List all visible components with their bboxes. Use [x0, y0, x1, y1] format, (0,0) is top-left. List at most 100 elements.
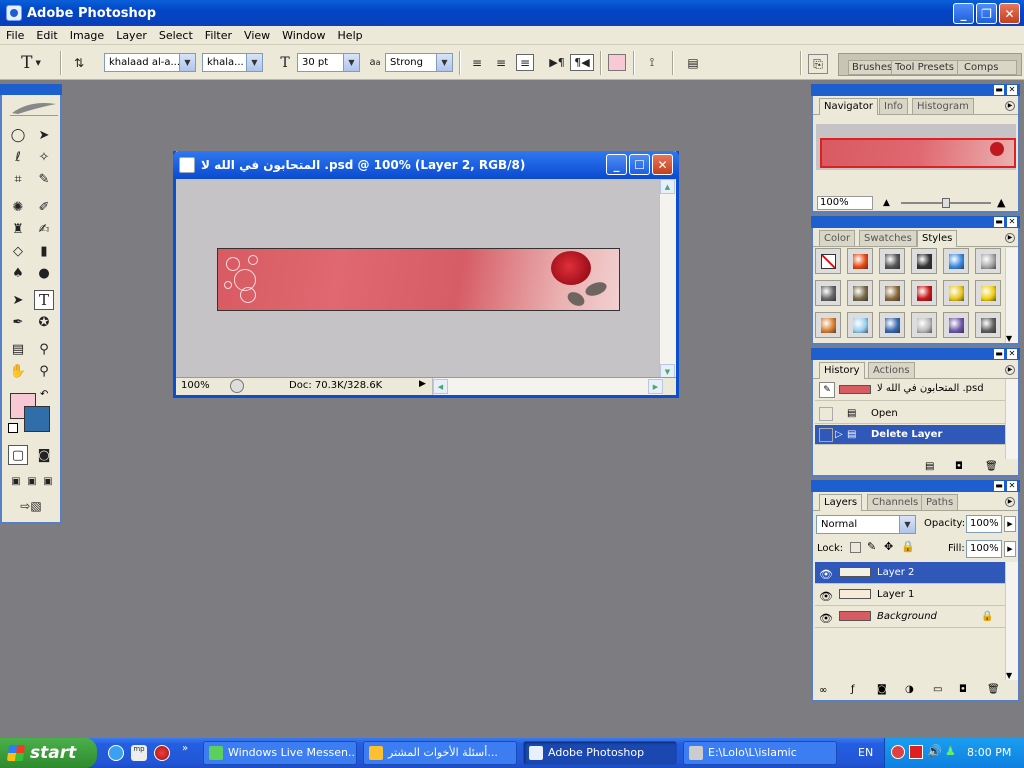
- fire-style-icon[interactable]: [847, 248, 873, 274]
- menu-edit[interactable]: Edit: [30, 29, 63, 42]
- healing-brush-icon[interactable]: ✺: [8, 197, 28, 217]
- notes-tool-icon[interactable]: ▤: [8, 339, 28, 359]
- new-group-icon[interactable]: ▭: [933, 684, 942, 695]
- layer-style-icon[interactable]: ƒ: [851, 684, 855, 695]
- task-adobe-photoshop[interactable]: Adobe Photoshop: [523, 741, 677, 765]
- type-tool-icon[interactable]: T: [34, 290, 54, 310]
- language-indicator[interactable]: EN: [858, 746, 873, 759]
- zoom-tool-icon[interactable]: ⚲: [34, 361, 54, 381]
- document-titlebar[interactable]: المتحابون في الله لا .psd @ 100% (Layer …: [173, 151, 679, 179]
- standard-mode-icon[interactable]: ▢: [8, 445, 28, 465]
- scroll-right-icon[interactable]: ▶: [648, 379, 663, 394]
- clock[interactable]: 8:00 PM: [967, 746, 1011, 759]
- zoom-in-icon[interactable]: ▲: [997, 196, 1005, 209]
- tab-layers[interactable]: Layers: [819, 494, 863, 511]
- crop-tool-icon[interactable]: ⌗: [8, 169, 28, 189]
- align-center-icon[interactable]: ≡: [492, 54, 510, 71]
- brush-tool-icon[interactable]: ✐: [34, 197, 54, 217]
- antialias-select[interactable]: Strong ▼: [385, 53, 453, 72]
- file-browser-icon[interactable]: ⎘: [808, 54, 828, 74]
- close-palette-icon[interactable]: ✕: [1007, 349, 1017, 359]
- pen-tool-icon[interactable]: ✒: [8, 312, 28, 332]
- palette-menu-icon[interactable]: ▶: [1005, 365, 1015, 375]
- task-windows-live-messenger[interactable]: Windows Live Messen...: [203, 741, 357, 765]
- warp-text-icon[interactable]: ⟟: [643, 54, 661, 71]
- hand-tool-icon[interactable]: ✋: [8, 361, 28, 381]
- tab-history[interactable]: History: [819, 362, 865, 379]
- slice-tool-icon[interactable]: ✎: [34, 169, 54, 189]
- doc-close-button[interactable]: ✕: [652, 154, 673, 175]
- tab-histogram[interactable]: Histogram: [912, 98, 974, 114]
- align-left-icon[interactable]: ≡: [468, 54, 486, 71]
- palette-menu-icon[interactable]: ▶: [1005, 101, 1015, 111]
- marquee-tool-icon[interactable]: ◯: [8, 125, 28, 145]
- opera-icon[interactable]: [154, 745, 170, 761]
- sky-style-icon[interactable]: [847, 312, 873, 338]
- task-explorer-folder[interactable]: E:\Lolo\L\islamic: [683, 741, 837, 765]
- doc-minimize-button[interactable]: _: [606, 154, 627, 175]
- start-button[interactable]: start: [0, 738, 97, 768]
- restore-button[interactable]: ❐: [976, 3, 997, 24]
- dodge-tool-icon[interactable]: ●: [34, 263, 54, 283]
- document-zoom[interactable]: 100%: [181, 380, 210, 391]
- navigator-preview[interactable]: [816, 124, 1016, 170]
- rtl-direction-icon[interactable]: ¶◀: [570, 54, 594, 71]
- dark-style-icon[interactable]: [879, 248, 905, 274]
- opacity-slider-arrow-icon[interactable]: ▶: [1004, 516, 1016, 532]
- ltr-direction-icon[interactable]: ▶¶: [548, 54, 566, 71]
- magic-wand-icon[interactable]: ✧: [34, 147, 54, 167]
- tab-styles[interactable]: Styles: [917, 230, 958, 247]
- text-orientation-icon[interactable]: ⇅: [70, 54, 88, 71]
- history-item[interactable]: ▤ Open: [815, 404, 1005, 424]
- status-menu-icon[interactable]: [230, 379, 244, 393]
- opacity-field[interactable]: 100%: [966, 515, 1002, 533]
- adjustment-layer-icon[interactable]: ◑: [905, 684, 914, 695]
- charcoal-style-icon[interactable]: [975, 312, 1001, 338]
- palette-well-tab-comps[interactable]: Comps: [957, 60, 1017, 75]
- purple-style-icon[interactable]: [943, 312, 969, 338]
- yellow-style-icon[interactable]: [975, 280, 1001, 306]
- visibility-eye-icon[interactable]: 👁: [819, 586, 833, 607]
- minimize-palette-icon[interactable]: ▬: [994, 217, 1004, 227]
- gradient-tool-icon[interactable]: ▮: [34, 241, 54, 261]
- layer-row-layer-1[interactable]: 👁 Layer 1: [815, 584, 1005, 606]
- red-style-icon[interactable]: [911, 280, 937, 306]
- history-palette-header[interactable]: ▬ ✕: [811, 348, 1020, 360]
- history-source-checkbox[interactable]: [819, 428, 833, 442]
- path-selection-icon[interactable]: ➤: [8, 290, 28, 310]
- menu-image[interactable]: Image: [64, 29, 110, 42]
- blue-glass-style-icon[interactable]: [943, 248, 969, 274]
- screen-mode-full-icon[interactable]: ▣: [38, 471, 58, 491]
- tab-navigator[interactable]: Navigator: [819, 98, 878, 115]
- fill-slider-arrow-icon[interactable]: ▶: [1004, 541, 1016, 557]
- jump-to-imageready-icon[interactable]: ⇨▧: [10, 496, 52, 516]
- zoom-out-icon[interactable]: ▲: [883, 198, 890, 208]
- type-tool-preset-icon[interactable]: T ▼: [18, 53, 44, 73]
- bronze-style-icon[interactable]: [847, 280, 873, 306]
- close-palette-icon[interactable]: ✕: [1007, 85, 1017, 95]
- task-browser[interactable]: أسئلة الأخوات المشتر...: [363, 741, 517, 765]
- styles-scrollbar[interactable]: ▼: [1005, 248, 1018, 343]
- gray-style-icon[interactable]: [975, 248, 1001, 274]
- navigator-view-box[interactable]: [820, 138, 1016, 168]
- chrome-style-icon[interactable]: [911, 248, 937, 274]
- close-palette-icon[interactable]: ✕: [1007, 481, 1017, 491]
- quicklaunch-more-icon[interactable]: »: [182, 743, 188, 754]
- lock-all-icon[interactable]: 🔒: [901, 540, 915, 553]
- tab-info[interactable]: Info: [879, 98, 908, 114]
- gray-pattern-style-icon[interactable]: [911, 312, 937, 338]
- status-arrow-icon[interactable]: ▶: [419, 379, 426, 389]
- quickmask-mode-icon[interactable]: ◙: [34, 445, 54, 465]
- tray-messenger-icon[interactable]: ♟: [945, 744, 956, 758]
- sunset-style-icon[interactable]: [879, 312, 905, 338]
- internet-explorer-icon[interactable]: [108, 745, 124, 761]
- menu-layer[interactable]: Layer: [110, 29, 153, 42]
- layers-palette-header[interactable]: ▬ ✕: [811, 480, 1020, 492]
- minimize-button[interactable]: _: [953, 3, 974, 24]
- lock-transparency-icon[interactable]: [850, 542, 861, 553]
- toolbox-header[interactable]: [0, 84, 62, 95]
- eyedropper-icon[interactable]: ⚲: [34, 339, 54, 359]
- minimize-palette-icon[interactable]: ▬: [994, 481, 1004, 491]
- menu-help[interactable]: Help: [332, 29, 369, 42]
- blur-tool-icon[interactable]: ♠: [8, 263, 28, 283]
